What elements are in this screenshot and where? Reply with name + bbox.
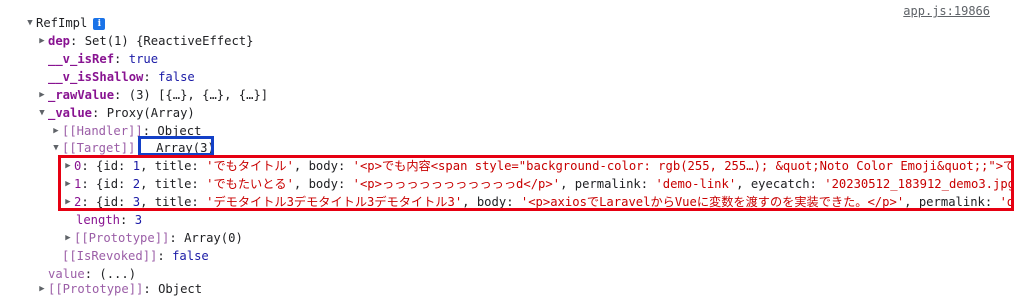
expand-arrow-icon[interactable]: ▼ [24,14,36,32]
info-icon[interactable]: i [93,17,106,30]
property-key: __v_isRef [48,52,115,66]
property-key: [[IsRevoked]] [62,249,158,263]
property-value: Object [158,282,203,296]
tree-node-length: length: 3 [76,213,143,227]
property-key: [[Target]] [62,141,136,155]
tree-node-prototype-object[interactable]: ▶ [[Prototype]]: Object [36,280,202,298]
property-value: (3) [{…}, {…}, {…}] [128,88,269,102]
collapse-arrow-icon[interactable]: ▶ [36,86,48,104]
root-label: RefImpl [36,16,88,30]
property-key: [[Handler]] [62,124,143,138]
property-key: __v_isShallow [48,70,144,84]
tree-node-v-isshallow: __v_isShallow: false [48,70,195,84]
tree-node-dep[interactable]: ▶ dep: Set(1) {ReactiveEffect} [36,32,253,50]
collapse-arrow-icon[interactable]: ▶ [50,122,62,140]
tree-node-value[interactable]: ▼ _value: Proxy(Array) [36,104,195,122]
property-value: Proxy(Array) [106,106,195,120]
property-key: dep [48,34,71,48]
tree-node-refimpl[interactable]: ▼ RefImpl i [24,14,106,32]
property-value[interactable]: (...) [99,267,136,281]
property-key: length [76,213,121,227]
tree-node-isrevoked: [[IsRevoked]]: false [62,249,209,263]
expand-arrow-icon[interactable]: ▼ [36,104,48,122]
tree-node-rawvalue[interactable]: ▶ _rawValue: (3) [{…}, {…}, {…}] [36,86,268,104]
property-key: _rawValue [48,88,115,102]
highlight-box-target [138,136,214,156]
property-value: true [128,52,159,66]
property-value: 3 [134,213,143,227]
property-key: _value [48,106,93,120]
property-value: Set(1) {ReactiveEffect} [84,34,254,48]
property-value: false [172,249,209,263]
property-key: [[Prototype]] [48,282,144,296]
property-value: Array(0) [184,231,243,245]
tree-node-v-isref: __v_isRef: true [48,52,159,66]
source-link[interactable]: app.js:19866 [903,4,990,18]
tree-node-prototype-array[interactable]: ▶ [[Prototype]]: Array(0) [62,229,243,247]
highlight-box-array-items [58,155,1014,211]
property-key: value [48,267,85,281]
collapse-arrow-icon[interactable]: ▶ [36,32,48,50]
property-value: false [158,70,195,84]
collapse-arrow-icon[interactable]: ▶ [36,280,48,298]
collapse-arrow-icon[interactable]: ▶ [62,229,74,247]
property-key: [[Prototype]] [74,231,170,245]
